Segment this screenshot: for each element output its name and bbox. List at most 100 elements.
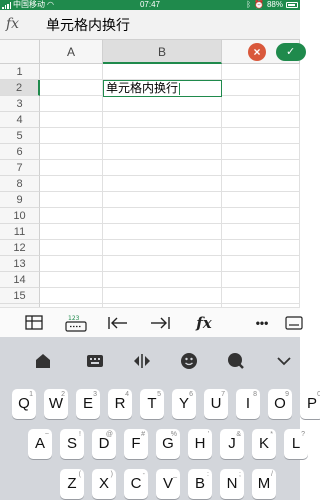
key-j[interactable]: & J — [220, 429, 244, 459]
keyboard-home-icon[interactable] — [33, 351, 53, 371]
row-header[interactable]: 11 — [0, 224, 40, 240]
cell[interactable] — [40, 64, 103, 80]
key-l[interactable]: ? L — [284, 429, 308, 459]
key-w[interactable]: 2W — [44, 389, 68, 419]
key-f[interactable]: # F — [124, 429, 148, 459]
cell[interactable] — [103, 96, 222, 112]
cancel-edit-button[interactable]: × — [248, 43, 266, 61]
cell[interactable] — [222, 96, 300, 112]
cell[interactable] — [103, 64, 222, 80]
cell[interactable] — [103, 224, 222, 240]
confirm-edit-button[interactable]: ✓ — [276, 43, 306, 61]
key-o[interactable]: 9O — [268, 389, 292, 419]
cell[interactable] — [40, 288, 103, 304]
cell[interactable] — [40, 160, 103, 176]
key-n[interactable]: ; N — [220, 469, 244, 499]
keyboard-layout-icon[interactable] — [85, 351, 105, 371]
cell[interactable] — [222, 64, 300, 80]
row-header[interactable]: 12 — [0, 240, 40, 256]
cell[interactable] — [40, 112, 103, 128]
row-header[interactable]: 10 — [0, 208, 40, 224]
cell[interactable] — [103, 192, 222, 208]
row-header[interactable]: 14 — [0, 272, 40, 288]
cell[interactable] — [40, 144, 103, 160]
cell[interactable] — [40, 208, 103, 224]
column-header-a[interactable]: A — [40, 40, 103, 64]
cell[interactable] — [40, 176, 103, 192]
emoji-icon[interactable] — [179, 351, 199, 371]
cell[interactable] — [103, 112, 222, 128]
row-header[interactable]: 13 — [0, 256, 40, 272]
move-left-icon[interactable] — [106, 308, 130, 338]
cell[interactable] — [103, 176, 222, 192]
cell[interactable] — [103, 144, 222, 160]
key-x[interactable]: ) X — [92, 469, 116, 499]
key-b[interactable]: :B — [188, 469, 212, 499]
active-cell-editor[interactable]: 单元格内换行 — [103, 80, 222, 97]
cell[interactable] — [40, 96, 103, 112]
cell[interactable] — [40, 240, 103, 256]
key-u[interactable]: 7U — [204, 389, 228, 419]
cell[interactable] — [103, 256, 222, 272]
more-button[interactable]: ••• — [250, 308, 274, 338]
row-header[interactable]: 4 — [0, 112, 40, 128]
cell[interactable] — [222, 272, 300, 288]
cell[interactable] — [40, 192, 103, 208]
cell[interactable] — [222, 128, 300, 144]
key-p[interactable]: 0P — [300, 389, 320, 419]
key-d[interactable]: @ D — [92, 429, 116, 459]
column-header-b[interactable]: B — [103, 40, 222, 64]
cell[interactable] — [103, 272, 222, 288]
key-t[interactable]: 5T — [140, 389, 164, 419]
cell[interactable] — [222, 160, 300, 176]
key-m[interactable]: / M — [252, 469, 276, 499]
cell[interactable] — [222, 144, 300, 160]
key-g[interactable]: % G — [156, 429, 180, 459]
cell-format-icon[interactable] — [22, 308, 46, 338]
formula-input[interactable]: 单元格内换行 — [42, 14, 296, 36]
function-button[interactable]: fx — [190, 308, 218, 338]
cell[interactable] — [40, 224, 103, 240]
search-icon[interactable] — [226, 351, 246, 371]
key-r[interactable]: 4R — [108, 389, 132, 419]
row-header[interactable]: 8 — [0, 176, 40, 192]
key-c[interactable]: -C — [124, 469, 148, 499]
keyboard-toggle-icon[interactable] — [284, 308, 304, 338]
cell[interactable] — [222, 176, 300, 192]
cursor-move-icon[interactable] — [132, 351, 152, 371]
key-i[interactable]: 8I — [236, 389, 260, 419]
key-y[interactable]: 6Y — [172, 389, 196, 419]
move-right-icon[interactable] — [148, 308, 172, 338]
select-all-corner[interactable] — [0, 40, 40, 64]
row-header[interactable]: 3 — [0, 96, 40, 112]
key-e[interactable]: 3E — [76, 389, 100, 419]
key-a[interactable]: ~ A — [28, 429, 52, 459]
cell[interactable] — [222, 288, 300, 304]
row-header[interactable]: 6 — [0, 144, 40, 160]
row-header[interactable]: 7 — [0, 160, 40, 176]
cell[interactable] — [103, 208, 222, 224]
key-h[interactable]: ' H — [188, 429, 212, 459]
row-header[interactable]: 2 — [0, 80, 40, 96]
cell[interactable] — [40, 80, 103, 96]
cell[interactable] — [222, 256, 300, 272]
cell[interactable] — [222, 224, 300, 240]
cell[interactable] — [40, 128, 103, 144]
key-v[interactable]: _ V — [156, 469, 180, 499]
row-header[interactable]: 1 — [0, 64, 40, 80]
key-s[interactable]: ! S — [60, 429, 84, 459]
keyboard-collapse-icon[interactable] — [274, 351, 294, 371]
row-header[interactable]: 5 — [0, 128, 40, 144]
cell[interactable] — [103, 128, 222, 144]
cell[interactable] — [222, 112, 300, 128]
row-header[interactable]: 9 — [0, 192, 40, 208]
key-k[interactable]: * K — [252, 429, 276, 459]
cell[interactable] — [222, 208, 300, 224]
key-q[interactable]: 1Q — [12, 389, 36, 419]
cell[interactable] — [40, 256, 103, 272]
cell[interactable] — [222, 240, 300, 256]
cell[interactable] — [103, 288, 222, 304]
key-z[interactable]: (Z — [60, 469, 84, 499]
row-header[interactable]: 15 — [0, 288, 40, 304]
numeric-keyboard-icon[interactable]: 123 — [64, 308, 88, 338]
